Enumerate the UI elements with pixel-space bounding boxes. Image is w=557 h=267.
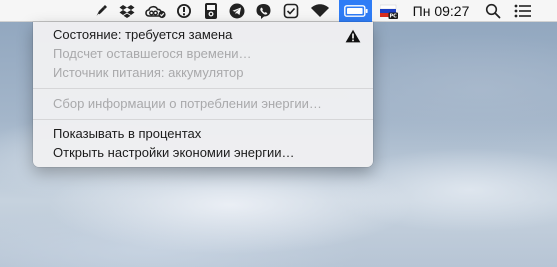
- power-source-item: Источник питания: аккумулятор: [53, 65, 244, 80]
- menu-bar: PC Пн 09:27: [0, 0, 557, 22]
- show-percentage-item[interactable]: Показывать в процентах: [53, 126, 201, 142]
- search-icon[interactable]: [482, 0, 504, 22]
- dropbox-icon[interactable]: [116, 0, 138, 22]
- sync-device-icon[interactable]: [200, 0, 222, 22]
- notification-center-icon[interactable]: [511, 0, 535, 22]
- warning-icon: [345, 29, 361, 48]
- time-remaining-item: Подсчет оставшегося времени…: [53, 46, 252, 61]
- exclamation-icon[interactable]: [173, 0, 195, 22]
- wifi-icon[interactable]: [307, 0, 333, 22]
- pen-tool-icon[interactable]: [90, 0, 112, 22]
- viber-icon[interactable]: [252, 0, 274, 22]
- russian-flag-icon[interactable]: PC: [378, 0, 400, 22]
- energy-usage-item: Сбор информации о потреблении энергии…: [53, 96, 322, 111]
- battery-icon[interactable]: [339, 0, 372, 22]
- battery-menu: Состояние: требуется замена Подсчет оста…: [33, 22, 373, 167]
- menu-separator: [33, 88, 373, 89]
- creative-cloud-icon[interactable]: [142, 0, 168, 22]
- open-energy-prefs-item[interactable]: Открыть настройки экономии энергии…: [53, 145, 295, 161]
- shield-check-icon[interactable]: [280, 0, 302, 22]
- telegram-icon[interactable]: [226, 0, 248, 22]
- menu-separator: [33, 119, 373, 120]
- menubar-clock[interactable]: Пн 09:27: [404, 0, 478, 22]
- battery-status-item: Состояние: требуется замена: [53, 27, 233, 42]
- input-source-badge: PC: [390, 14, 398, 19]
